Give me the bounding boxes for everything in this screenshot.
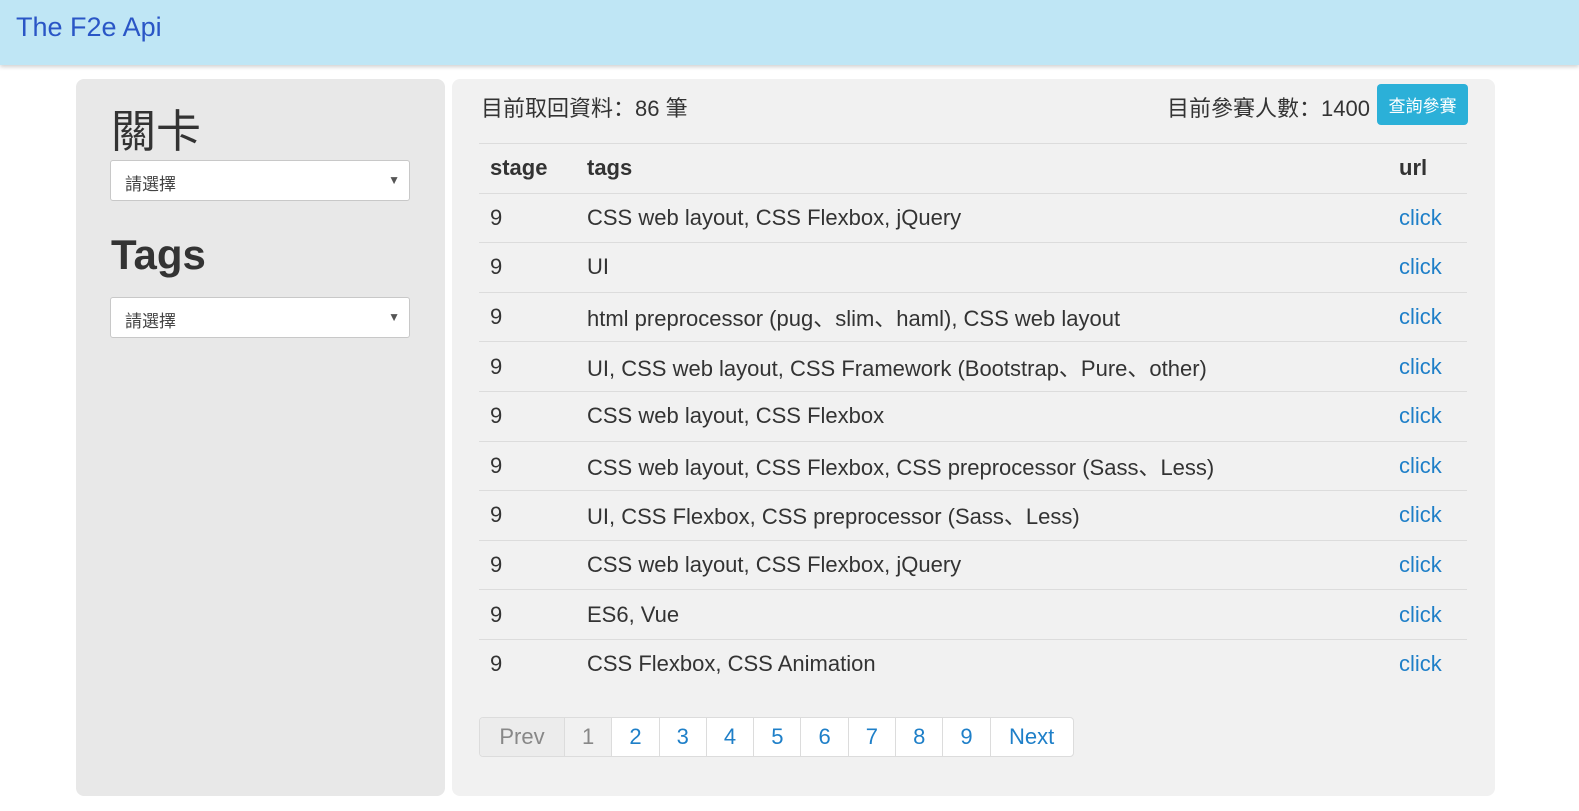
brand-link[interactable]: The F2e Api bbox=[16, 12, 162, 43]
table-row: 9 UI, CSS web layout, CSS Framework (Boo… bbox=[479, 341, 1467, 392]
cell-stage: 9 bbox=[479, 490, 576, 541]
caret-down-icon: ▼ bbox=[388, 173, 400, 187]
pagination-page[interactable]: 7 bbox=[847, 718, 895, 756]
table-row: 9 CSS web layout, CSS Flexbox, CSS prepr… bbox=[479, 440, 1467, 491]
tags-filter-title: Tags bbox=[111, 231, 206, 278]
stage-filter-title: 關卡 bbox=[111, 106, 202, 157]
url-link[interactable]: click bbox=[1399, 602, 1442, 627]
table-row: 9 CSS web layout, CSS Flexbox, jQuery cl… bbox=[479, 192, 1467, 243]
column-header-tags: tags bbox=[576, 143, 1388, 194]
pagination-page[interactable]: 1 bbox=[564, 718, 612, 756]
cell-stage: 9 bbox=[479, 242, 576, 293]
pagination-page[interactable]: 2 bbox=[611, 718, 658, 756]
pagination-page[interactable]: 4 bbox=[705, 718, 753, 756]
table-header-row: stage tags url bbox=[479, 143, 1467, 194]
url-link[interactable]: click bbox=[1399, 651, 1442, 676]
table-row: 9 CSS web layout, CSS Flexbox click bbox=[479, 390, 1467, 442]
cell-tags: CSS web layout, CSS Flexbox, jQuery bbox=[576, 192, 1388, 243]
stage-select-value: 請選擇 bbox=[125, 175, 176, 194]
cell-tags: html preprocessor (pug、slim、haml), CSS w… bbox=[576, 291, 1388, 342]
stage-select[interactable]: 請選擇 ▼ bbox=[110, 160, 410, 201]
cell-stage: 9 bbox=[479, 192, 576, 243]
pagination-page[interactable]: 8 bbox=[895, 718, 942, 756]
cell-tags: CSS web layout, CSS Flexbox, CSS preproc… bbox=[576, 440, 1388, 491]
cell-tags: UI, CSS Flexbox, CSS preprocessor (Sass、… bbox=[576, 490, 1388, 541]
cell-stage: 9 bbox=[479, 291, 576, 342]
filter-sidebar: 關卡 請選擇 ▼ Tags 請選擇 ▼ bbox=[76, 79, 445, 796]
results-table: stage tags url 9 CSS web layout, CSS Fle… bbox=[479, 143, 1467, 690]
cell-stage: 9 bbox=[479, 440, 576, 491]
cell-stage: 9 bbox=[479, 539, 576, 590]
cell-tags: ES6, Vue bbox=[576, 589, 1388, 640]
pagination-page[interactable]: 6 bbox=[800, 718, 847, 756]
result-count-text: 目前取回資料：86 筆 bbox=[481, 96, 688, 121]
cell-tags: CSS web layout, CSS Flexbox, jQuery bbox=[576, 539, 1388, 590]
table-row: 9 CSS web layout, CSS Flexbox, jQuery cl… bbox=[479, 539, 1467, 590]
caret-down-icon: ▼ bbox=[388, 310, 400, 324]
pagination-prev[interactable]: Prev bbox=[480, 718, 564, 756]
participants-count-text: 目前參賽人數：1400 bbox=[1167, 96, 1370, 121]
pagination-page[interactable]: 5 bbox=[753, 718, 800, 756]
cell-tags: CSS Flexbox, CSS Animation bbox=[576, 638, 1388, 690]
cell-tags: UI bbox=[576, 242, 1388, 293]
cell-tags: UI, CSS web layout, CSS Framework (Boots… bbox=[576, 341, 1388, 392]
url-link[interactable]: click bbox=[1399, 254, 1442, 279]
pagination-page[interactable]: 9 bbox=[942, 718, 989, 756]
results-panel: 目前取回資料：86 筆 目前參賽人數：1400 查詢參賽 stage tags … bbox=[452, 79, 1495, 796]
url-link[interactable]: click bbox=[1399, 354, 1442, 379]
query-participants-button[interactable]: 查詢參賽 bbox=[1377, 84, 1468, 125]
cell-stage: 9 bbox=[479, 589, 576, 640]
url-link[interactable]: click bbox=[1399, 453, 1442, 478]
url-link[interactable]: click bbox=[1399, 403, 1442, 428]
tags-select-value: 請選擇 bbox=[125, 312, 176, 331]
column-header-stage: stage bbox=[479, 143, 576, 194]
pagination-page[interactable]: 3 bbox=[658, 718, 706, 756]
url-link[interactable]: click bbox=[1399, 502, 1442, 527]
pagination: Prev 1 2 3 4 5 6 7 8 9 Next bbox=[479, 717, 1074, 757]
table-row: 9 UI, CSS Flexbox, CSS preprocessor (Sas… bbox=[479, 490, 1467, 541]
cell-stage: 9 bbox=[479, 638, 576, 690]
cell-stage: 9 bbox=[479, 341, 576, 392]
url-link[interactable]: click bbox=[1399, 552, 1442, 577]
table-row: 9 CSS Flexbox, CSS Animation click bbox=[479, 638, 1467, 690]
cell-stage: 9 bbox=[479, 390, 576, 442]
tags-select[interactable]: 請選擇 ▼ bbox=[110, 297, 410, 338]
pagination-next[interactable]: Next bbox=[989, 718, 1073, 756]
table-row: 9 UI click bbox=[479, 242, 1467, 293]
navbar: The F2e Api bbox=[0, 0, 1579, 65]
url-link[interactable]: click bbox=[1399, 205, 1442, 230]
table-row: 9 html preprocessor (pug、slim、haml), CSS… bbox=[479, 291, 1467, 342]
column-header-url: url bbox=[1388, 143, 1467, 194]
table-row: 9 ES6, Vue click bbox=[479, 589, 1467, 640]
url-link[interactable]: click bbox=[1399, 304, 1442, 329]
cell-tags: CSS web layout, CSS Flexbox bbox=[576, 390, 1388, 442]
